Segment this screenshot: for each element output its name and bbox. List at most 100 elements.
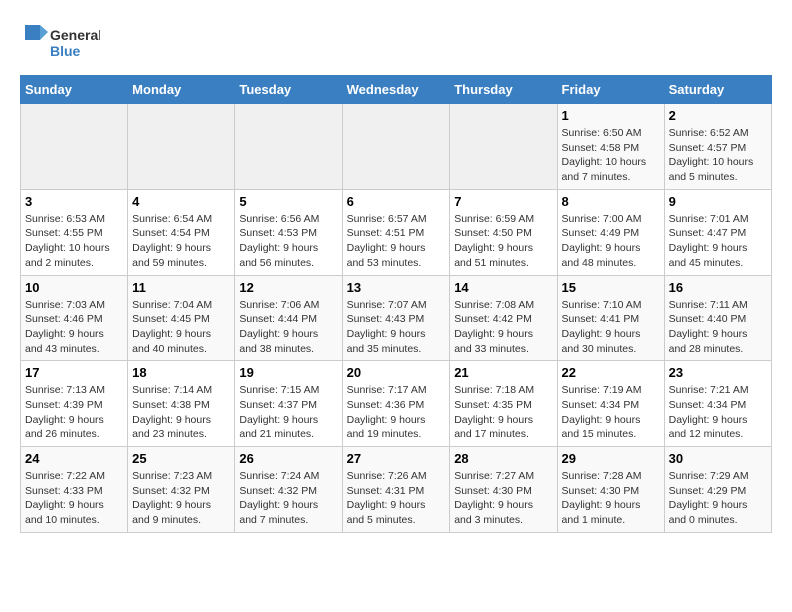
day-number: 20 bbox=[347, 365, 446, 380]
day-info: Sunrise: 7:23 AM Sunset: 4:32 PM Dayligh… bbox=[132, 469, 230, 528]
day-info: Sunrise: 7:00 AM Sunset: 4:49 PM Dayligh… bbox=[562, 212, 660, 271]
calendar-cell bbox=[235, 104, 342, 190]
calendar-cell: 12 Sunrise: 7:06 AM Sunset: 4:44 PM Dayli… bbox=[235, 275, 342, 361]
weekday-header: Friday bbox=[557, 76, 664, 104]
day-info: Sunrise: 7:19 AM Sunset: 4:34 PM Dayligh… bbox=[562, 383, 660, 442]
day-info: Sunrise: 6:57 AM Sunset: 4:51 PM Dayligh… bbox=[347, 212, 446, 271]
day-number: 1 bbox=[562, 108, 660, 123]
calendar-cell: 18Sunrise: 7:14 AM Sunset: 4:38 PM Dayli… bbox=[128, 361, 235, 447]
weekday-header: Sunday bbox=[21, 76, 128, 104]
calendar-cell: 6Sunrise: 6:57 AM Sunset: 4:51 PM Daylig… bbox=[342, 189, 450, 275]
calendar-week-row: 24 Sunrise: 7:22 AM Sunset: 4:33 PM Dayli… bbox=[21, 447, 772, 533]
svg-text:General: General bbox=[50, 27, 100, 43]
calendar-cell bbox=[21, 104, 128, 190]
calendar-week-row: 17 Sunrise: 7:13 AM Sunset: 4:39 PM Dayli… bbox=[21, 361, 772, 447]
day-info: Sunrise: 6:53 AM Sunset: 4:55 PM Dayligh… bbox=[25, 212, 123, 271]
weekday-header: Thursday bbox=[450, 76, 557, 104]
calendar-cell: 10 Sunrise: 7:03 AM Sunset: 4:46 PM Dayli… bbox=[21, 275, 128, 361]
day-info: Sunrise: 7:07 AM Sunset: 4:43 PM Dayligh… bbox=[347, 298, 446, 357]
day-info: Sunrise: 7:15 AM Sunset: 4:37 PM Dayligh… bbox=[239, 383, 337, 442]
day-number: 13 bbox=[347, 280, 446, 295]
day-number: 10 bbox=[25, 280, 123, 295]
calendar-cell: 21 Sunrise: 7:18 AM Sunset: 4:35 PM Dayli… bbox=[450, 361, 557, 447]
calendar-cell: 26Sunrise: 7:24 AM Sunset: 4:32 PM Dayli… bbox=[235, 447, 342, 533]
day-info: Sunrise: 7:29 AM Sunset: 4:29 PM Dayligh… bbox=[669, 469, 767, 528]
calendar-cell: 14 Sunrise: 7:08 AM Sunset: 4:42 PM Dayli… bbox=[450, 275, 557, 361]
day-number: 15 bbox=[562, 280, 660, 295]
calendar-cell: 7Sunrise: 6:59 AM Sunset: 4:50 PM Daylig… bbox=[450, 189, 557, 275]
day-info: Sunrise: 7:01 AM Sunset: 4:47 PM Dayligh… bbox=[669, 212, 767, 271]
day-number: 25 bbox=[132, 451, 230, 466]
calendar-cell: 17 Sunrise: 7:13 AM Sunset: 4:39 PM Dayli… bbox=[21, 361, 128, 447]
calendar-cell: 27Sunrise: 7:26 AM Sunset: 4:31 PM Dayli… bbox=[342, 447, 450, 533]
calendar-cell bbox=[342, 104, 450, 190]
calendar-cell: 28 Sunrise: 7:27 AM Sunset: 4:30 PM Dayli… bbox=[450, 447, 557, 533]
day-info: Sunrise: 7:26 AM Sunset: 4:31 PM Dayligh… bbox=[347, 469, 446, 528]
day-number: 28 bbox=[454, 451, 552, 466]
day-number: 2 bbox=[669, 108, 767, 123]
svg-text:Blue: Blue bbox=[50, 43, 81, 59]
day-number: 21 bbox=[454, 365, 552, 380]
day-info: Sunrise: 6:54 AM Sunset: 4:54 PM Dayligh… bbox=[132, 212, 230, 271]
calendar-cell: 13 Sunrise: 7:07 AM Sunset: 4:43 PM Dayli… bbox=[342, 275, 450, 361]
day-number: 3 bbox=[25, 194, 123, 209]
logo-svg: GeneralBlue bbox=[20, 20, 100, 65]
day-info: Sunrise: 7:03 AM Sunset: 4:46 PM Dayligh… bbox=[25, 298, 123, 357]
calendar-cell: 9 Sunrise: 7:01 AM Sunset: 4:47 PM Daylig… bbox=[664, 189, 771, 275]
weekday-header: Tuesday bbox=[235, 76, 342, 104]
day-number: 23 bbox=[669, 365, 767, 380]
day-info: Sunrise: 7:18 AM Sunset: 4:35 PM Dayligh… bbox=[454, 383, 552, 442]
day-number: 4 bbox=[132, 194, 230, 209]
calendar-week-row: 10 Sunrise: 7:03 AM Sunset: 4:46 PM Dayli… bbox=[21, 275, 772, 361]
day-number: 17 bbox=[25, 365, 123, 380]
calendar-cell: 8Sunrise: 7:00 AM Sunset: 4:49 PM Daylig… bbox=[557, 189, 664, 275]
day-info: Sunrise: 7:28 AM Sunset: 4:30 PM Dayligh… bbox=[562, 469, 660, 528]
day-info: Sunrise: 7:22 AM Sunset: 4:33 PM Dayligh… bbox=[25, 469, 123, 528]
day-number: 11 bbox=[132, 280, 230, 295]
calendar-cell bbox=[128, 104, 235, 190]
day-info: Sunrise: 7:10 AM Sunset: 4:41 PM Dayligh… bbox=[562, 298, 660, 357]
day-number: 12 bbox=[239, 280, 337, 295]
weekday-header: Saturday bbox=[664, 76, 771, 104]
weekday-header-row: SundayMondayTuesdayWednesdayThursdayFrid… bbox=[21, 76, 772, 104]
day-number: 22 bbox=[562, 365, 660, 380]
calendar-cell: 16Sunrise: 7:11 AM Sunset: 4:40 PM Dayli… bbox=[664, 275, 771, 361]
calendar-week-row: 1 Sunrise: 6:50 AM Sunset: 4:58 PM Daylig… bbox=[21, 104, 772, 190]
day-info: Sunrise: 6:52 AM Sunset: 4:57 PM Dayligh… bbox=[669, 126, 767, 185]
day-number: 18 bbox=[132, 365, 230, 380]
day-number: 5 bbox=[239, 194, 337, 209]
calendar-cell: 29Sunrise: 7:28 AM Sunset: 4:30 PM Dayli… bbox=[557, 447, 664, 533]
calendar-cell: 24 Sunrise: 7:22 AM Sunset: 4:33 PM Dayli… bbox=[21, 447, 128, 533]
logo: GeneralBlue bbox=[20, 20, 100, 65]
day-number: 9 bbox=[669, 194, 767, 209]
day-number: 14 bbox=[454, 280, 552, 295]
day-number: 30 bbox=[669, 451, 767, 466]
day-info: Sunrise: 7:06 AM Sunset: 4:44 PM Dayligh… bbox=[239, 298, 337, 357]
header: GeneralBlue bbox=[20, 20, 772, 65]
calendar-cell: 5 Sunrise: 6:56 AM Sunset: 4:53 PM Daylig… bbox=[235, 189, 342, 275]
calendar-cell: 1 Sunrise: 6:50 AM Sunset: 4:58 PM Daylig… bbox=[557, 104, 664, 190]
day-info: Sunrise: 6:50 AM Sunset: 4:58 PM Dayligh… bbox=[562, 126, 660, 185]
day-info: Sunrise: 7:27 AM Sunset: 4:30 PM Dayligh… bbox=[454, 469, 552, 528]
weekday-header: Monday bbox=[128, 76, 235, 104]
calendar-cell: 15 Sunrise: 7:10 AM Sunset: 4:41 PM Dayli… bbox=[557, 275, 664, 361]
calendar-cell: 19 Sunrise: 7:15 AM Sunset: 4:37 PM Dayli… bbox=[235, 361, 342, 447]
day-info: Sunrise: 6:56 AM Sunset: 4:53 PM Dayligh… bbox=[239, 212, 337, 271]
calendar-cell: 23 Sunrise: 7:21 AM Sunset: 4:34 PM Dayli… bbox=[664, 361, 771, 447]
calendar-cell: 11 Sunrise: 7:04 AM Sunset: 4:45 PM Dayli… bbox=[128, 275, 235, 361]
day-number: 7 bbox=[454, 194, 552, 209]
day-number: 24 bbox=[25, 451, 123, 466]
calendar-cell: 22 Sunrise: 7:19 AM Sunset: 4:34 PM Dayli… bbox=[557, 361, 664, 447]
calendar-cell: 30 Sunrise: 7:29 AM Sunset: 4:29 PM Dayli… bbox=[664, 447, 771, 533]
day-info: Sunrise: 7:13 AM Sunset: 4:39 PM Dayligh… bbox=[25, 383, 123, 442]
calendar-cell: 3 Sunrise: 6:53 AM Sunset: 4:55 PM Daylig… bbox=[21, 189, 128, 275]
day-info: Sunrise: 7:21 AM Sunset: 4:34 PM Dayligh… bbox=[669, 383, 767, 442]
calendar-cell: 4 Sunrise: 6:54 AM Sunset: 4:54 PM Daylig… bbox=[128, 189, 235, 275]
day-number: 19 bbox=[239, 365, 337, 380]
calendar-week-row: 3 Sunrise: 6:53 AM Sunset: 4:55 PM Daylig… bbox=[21, 189, 772, 275]
day-info: Sunrise: 7:04 AM Sunset: 4:45 PM Dayligh… bbox=[132, 298, 230, 357]
day-number: 16 bbox=[669, 280, 767, 295]
day-info: Sunrise: 7:08 AM Sunset: 4:42 PM Dayligh… bbox=[454, 298, 552, 357]
calendar-cell: 20Sunrise: 7:17 AM Sunset: 4:36 PM Dayli… bbox=[342, 361, 450, 447]
calendar-table: SundayMondayTuesdayWednesdayThursdayFrid… bbox=[20, 75, 772, 533]
